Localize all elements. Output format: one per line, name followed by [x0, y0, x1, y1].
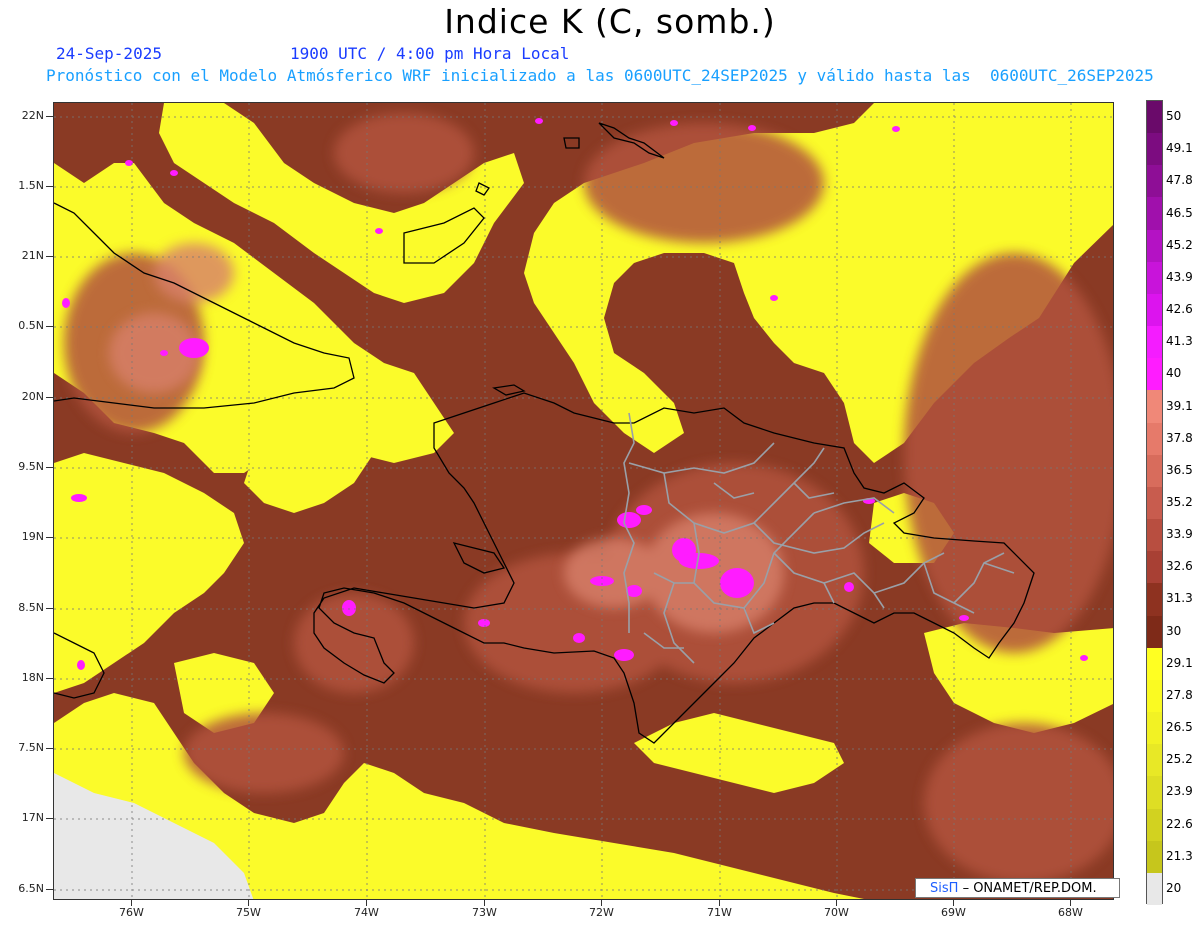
credit-box: SisΠ – ONAMET/REP.DOM.: [915, 878, 1120, 898]
colorbar-segment: [1147, 261, 1162, 295]
lat-label: 7.5N: [18, 741, 44, 754]
lon-label: 72W: [589, 906, 614, 919]
lon-label: 70W: [824, 906, 849, 919]
colorbar-segment: [1147, 229, 1162, 263]
lat-label: 6.5N: [18, 882, 44, 895]
colorbar-segment: [1147, 101, 1162, 134]
colorbar-label: 43.9: [1166, 269, 1193, 284]
colorbar-label: 49.1: [1166, 141, 1193, 156]
lat-label: 9.5N: [18, 460, 44, 473]
colorbar-segment: [1147, 647, 1162, 681]
colorbar-segment: [1147, 519, 1162, 552]
lat-label: 1.5N: [18, 179, 44, 192]
lat-label: 18N: [21, 671, 44, 684]
colorbar-label: 40: [1166, 366, 1182, 381]
lat-label: 17N: [21, 811, 44, 824]
forecast-subtitle: Pronóstico con el Modelo Atmósferico WRF…: [46, 66, 1154, 85]
colorbar-segment: [1147, 486, 1162, 520]
forecast-date: 24-Sep-2025: [56, 44, 162, 63]
lon-label: 69W: [941, 906, 966, 919]
colorbar-label: 46.5: [1166, 205, 1193, 220]
sispi-logo: SisΠ: [930, 881, 959, 896]
colorbar-label: 22.6: [1166, 816, 1193, 831]
lat-label: 20N: [21, 390, 44, 403]
colorbar-label: 50: [1166, 109, 1182, 124]
lon-label: 71W: [707, 906, 732, 919]
lon-label: 75W: [236, 906, 261, 919]
colorbar-segment: [1147, 293, 1162, 327]
k-index-field: [54, 103, 1113, 899]
colorbar-label: 47.8: [1166, 173, 1193, 188]
colorbar-segment: [1147, 390, 1162, 424]
colorbar-label: 20: [1166, 880, 1182, 895]
colorbar-segment: [1147, 583, 1162, 617]
colorbar-segment: [1147, 197, 1162, 231]
colorbar-label: 45.2: [1166, 237, 1193, 252]
lat-label: 22N: [21, 109, 44, 122]
colorbar-segment: [1147, 712, 1162, 745]
lat-label: 19N: [21, 530, 44, 543]
colorbar-segment: [1147, 872, 1162, 906]
colorbar-label: 21.3: [1166, 848, 1193, 863]
k-index-map: [53, 102, 1114, 900]
credit-org: – ONAMET/REP.DOM.: [962, 881, 1097, 896]
map-title: Indice K (C, somb.): [444, 2, 776, 41]
lon-label: 74W: [354, 906, 379, 919]
lon-label: 73W: [472, 906, 497, 919]
colorbar-label: 42.6: [1166, 302, 1193, 317]
colorbar-segment: [1147, 776, 1162, 810]
lon-label: 76W: [119, 906, 144, 919]
colorbar-label: 36.5: [1166, 462, 1193, 477]
colorbar-segment: [1147, 358, 1162, 391]
lat-label: 0.5N: [18, 319, 44, 332]
lat-label: 21N: [21, 249, 44, 262]
colorbar-label: 37.8: [1166, 430, 1193, 445]
colorbar-label: 39.1: [1166, 398, 1193, 413]
colorbar-label: 31.3: [1166, 591, 1193, 606]
colorbar-label: 29.1: [1166, 655, 1193, 670]
colorbar-label: 27.8: [1166, 687, 1193, 702]
colorbar-label: 30: [1166, 623, 1182, 638]
colorbar-segment: [1147, 808, 1162, 842]
colorbar-segment: [1147, 615, 1162, 649]
colorbar-label: 23.9: [1166, 784, 1193, 799]
colorbar-segment: [1147, 326, 1162, 359]
colorbar-label: 35.2: [1166, 495, 1193, 509]
colorbar-label: 33.9: [1166, 527, 1193, 542]
lon-label: 68W: [1058, 906, 1083, 919]
colorbar-segment: [1147, 422, 1162, 456]
colorbar-segment: [1147, 165, 1162, 198]
colorbar-segment: [1147, 840, 1162, 874]
colorbar-segment: [1147, 679, 1162, 713]
colorbar-segment: [1147, 133, 1162, 166]
lat-label: 8.5N: [18, 601, 44, 614]
colorbar-segment: [1147, 454, 1162, 488]
colorbar-label: 25.2: [1166, 752, 1193, 767]
colorbar-segment: [1147, 744, 1162, 777]
colorbar-label: 26.5: [1166, 720, 1193, 735]
colorbar-label: 32.6: [1166, 559, 1193, 574]
forecast-time: 1900 UTC / 4:00 pm Hora Local: [290, 44, 570, 63]
colorbar: [1146, 100, 1163, 906]
colorbar-segment: [1147, 551, 1162, 584]
colorbar-label: 41.3: [1166, 334, 1193, 349]
